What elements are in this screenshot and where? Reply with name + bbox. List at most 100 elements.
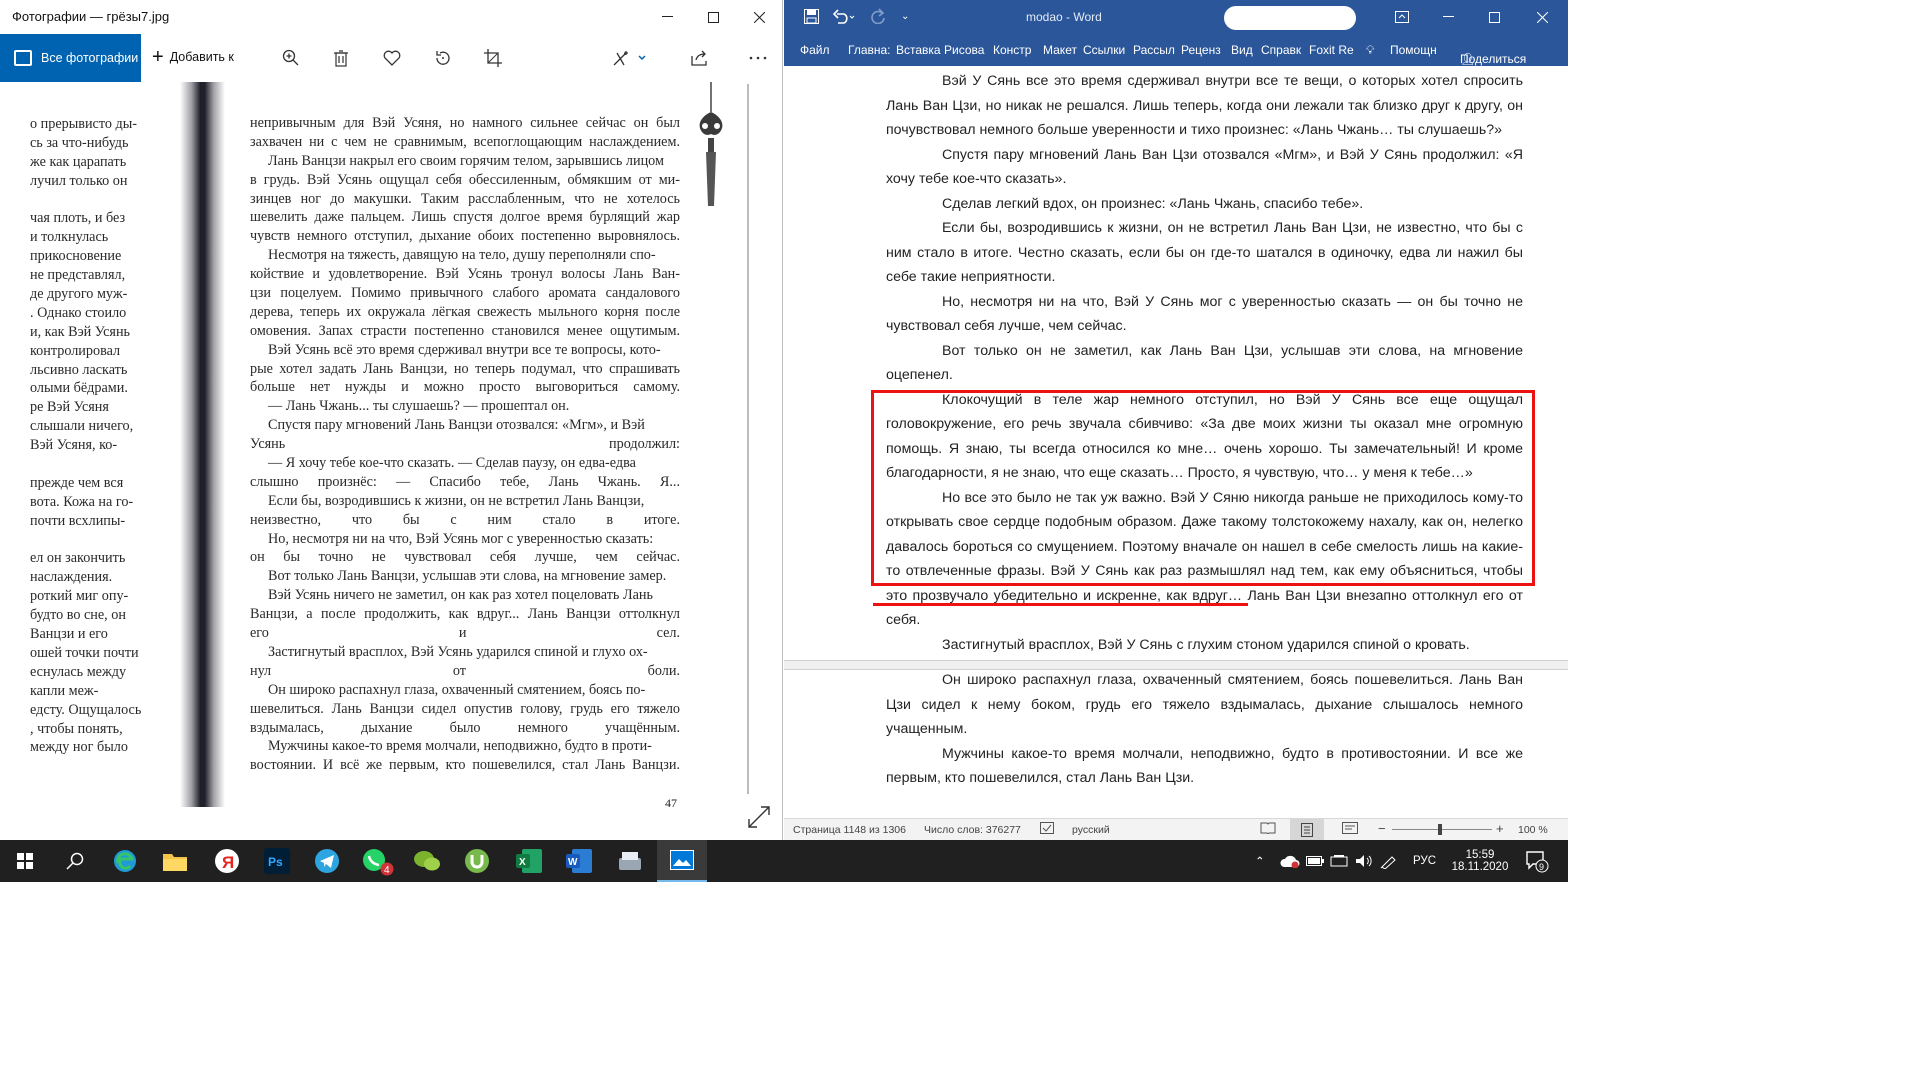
file-explorer-icon[interactable]: [150, 840, 200, 882]
tell-me-search[interactable]: Помощн: [1390, 43, 1437, 57]
more-options-icon[interactable]: [746, 46, 770, 70]
svg-text:W: W: [568, 857, 578, 868]
word-icon[interactable]: W: [554, 840, 604, 882]
book-left-page: о прерывисто ды-сь за что-нибудь же как ц…: [30, 115, 180, 757]
status-word-count[interactable]: Число слов: 376277: [924, 824, 1021, 836]
word-maximize-button[interactable]: [1471, 0, 1517, 34]
tab-foxit[interactable]: Foxit Re: [1309, 43, 1354, 57]
tab-insert[interactable]: Вставка: [896, 43, 941, 57]
document-line: хочу тебе кое-что сказать».: [886, 171, 1067, 187]
zoom-level[interactable]: 100 %: [1518, 824, 1548, 836]
edge-icon[interactable]: [100, 840, 150, 882]
save-icon[interactable]: [804, 9, 819, 28]
expand-icon[interactable]: [748, 806, 770, 832]
book-spine-shadow: [180, 82, 225, 807]
maximize-button[interactable]: [690, 0, 736, 34]
utorrent-icon[interactable]: [452, 840, 502, 882]
tab-review[interactable]: Реценз: [1181, 43, 1221, 57]
tray-cloud-icon[interactable]: [1280, 840, 1300, 882]
crop-icon[interactable]: [481, 46, 505, 70]
book-left-line: еснулась между: [30, 663, 127, 680]
web-layout-icon[interactable]: [1342, 822, 1358, 837]
close-button[interactable]: [736, 0, 782, 34]
input-language[interactable]: РУС: [1413, 840, 1436, 882]
book-right-line: Вэй Усянь всё это время сдерживал внутри…: [268, 341, 661, 358]
print-layout-icon[interactable]: [1290, 819, 1324, 841]
clock[interactable]: 15:59 18.11.2020: [1450, 840, 1510, 882]
read-mode-icon[interactable]: [1260, 822, 1276, 837]
tab-help[interactable]: Справк: [1261, 43, 1301, 57]
book-right-line: дерева, теперь их окружала лёгкая свежес…: [250, 303, 680, 320]
photos-app-icon[interactable]: [657, 840, 707, 882]
share-icon[interactable]: [687, 46, 711, 70]
add-to-button[interactable]: + Добавить к: [152, 46, 234, 68]
book-right-line: шевелиться. Лань Ванцзи сидел опустив го…: [250, 700, 680, 717]
whatsapp-icon[interactable]: 4: [352, 840, 402, 882]
tab-design[interactable]: Констр: [993, 43, 1031, 57]
photoshop-icon[interactable]: Ps: [252, 840, 302, 882]
favorite-heart-icon[interactable]: [380, 46, 404, 70]
account-avatar[interactable]: [1224, 6, 1356, 30]
word-close-button[interactable]: [1519, 0, 1565, 34]
search-icon[interactable]: [50, 840, 100, 882]
customize-qat-icon[interactable]: ⌄: [901, 11, 909, 22]
book-left-line: и толкнулась: [30, 229, 109, 246]
document-line: Он широко распахнул глаза, охваченный см…: [942, 672, 1523, 688]
tab-references[interactable]: Ссылки: [1083, 43, 1125, 57]
tab-layout[interactable]: Макет: [1043, 43, 1077, 57]
share-label: Поделиться: [1460, 52, 1527, 66]
plus-icon: +: [152, 46, 164, 68]
tab-file[interactable]: Файл: [800, 43, 830, 57]
status-page[interactable]: Страница 1148 из 1306: [793, 824, 906, 836]
edit-enhance-icon[interactable]: [610, 46, 650, 70]
undo-icon[interactable]: [832, 8, 856, 28]
minimize-button[interactable]: [644, 0, 690, 34]
book-right-line: Он широко распахнул глаза, охваченный см…: [268, 681, 646, 698]
ribbon-display-options-icon[interactable]: [1379, 0, 1425, 34]
book-left-line: Вэй Усяня, ко-: [30, 437, 118, 454]
start-button[interactable]: [0, 840, 50, 882]
book-right-line: его и сел.: [250, 625, 680, 642]
delete-icon[interactable]: [329, 46, 353, 70]
notification-center-icon[interactable]: 9: [1525, 840, 1549, 882]
network-icon[interactable]: [1330, 840, 1348, 882]
book-left-line: же как царапать: [30, 153, 127, 170]
tab-view[interactable]: Вид: [1231, 43, 1253, 57]
document-line: почувствовал немного больше уверенности …: [886, 122, 1503, 138]
tab-draw[interactable]: Рисова: [944, 43, 984, 57]
word-titlebar[interactable]: ⌄ modao - Word: [784, 0, 1568, 34]
pen-workspace-icon[interactable]: [1380, 840, 1398, 882]
book-right-line: захвачен ни с чем не сравнимым, всепогло…: [250, 133, 680, 150]
zoom-slider-track[interactable]: [1392, 829, 1492, 830]
scanner-app-icon[interactable]: [605, 840, 655, 882]
book-right-line: Ванцзи, а после продолжить, как вдруг...…: [250, 606, 680, 623]
photos-titlebar[interactable]: Фотографии — грёзы7.jpg: [0, 0, 782, 34]
zoom-slider-thumb[interactable]: [1438, 824, 1442, 835]
zoom-out-button[interactable]: −: [1378, 821, 1386, 836]
all-photos-button[interactable]: Все фотографии: [0, 34, 141, 82]
redo-icon[interactable]: [870, 8, 886, 28]
book-right-line: непривычным для Вэй Усяня, но намного си…: [250, 115, 680, 131]
document-page-2: Он широко распахнул глаза, охваченный см…: [886, 668, 1523, 791]
word-minimize-button[interactable]: [1425, 0, 1471, 34]
wechat-icon[interactable]: [402, 840, 452, 882]
tab-mailings[interactable]: Рассыл: [1133, 43, 1175, 57]
book-left-line: олыми бёдрами.: [30, 380, 128, 397]
book-right-line: вздымалась, дыхание было немного учащённ…: [250, 719, 680, 736]
book-right-line: омовения. Запах страсти постепенно стано…: [250, 322, 680, 339]
zoom-icon[interactable]: [279, 46, 303, 70]
battery-icon[interactable]: [1306, 840, 1324, 882]
status-language[interactable]: русский: [1072, 824, 1110, 836]
tray-chevron-icon[interactable]: ⌃: [1255, 840, 1265, 882]
volume-icon[interactable]: [1355, 840, 1373, 882]
tab-home[interactable]: Главна:: [848, 43, 891, 57]
ribbon-tabs: Файл Главна: Вставка Рисова Констр Макет…: [784, 34, 1568, 66]
taskbar: Я Ps 4 X W ⌃ РУС 15:59 18.11.2020 9: [0, 840, 1568, 882]
yandex-browser-icon[interactable]: Я: [202, 840, 252, 882]
book-left-line: [30, 455, 180, 474]
zoom-in-button[interactable]: +: [1496, 821, 1504, 836]
telegram-icon[interactable]: [302, 840, 352, 882]
excel-icon[interactable]: X: [504, 840, 554, 882]
rotate-icon[interactable]: [431, 46, 455, 70]
proofing-icon[interactable]: [1040, 822, 1054, 837]
